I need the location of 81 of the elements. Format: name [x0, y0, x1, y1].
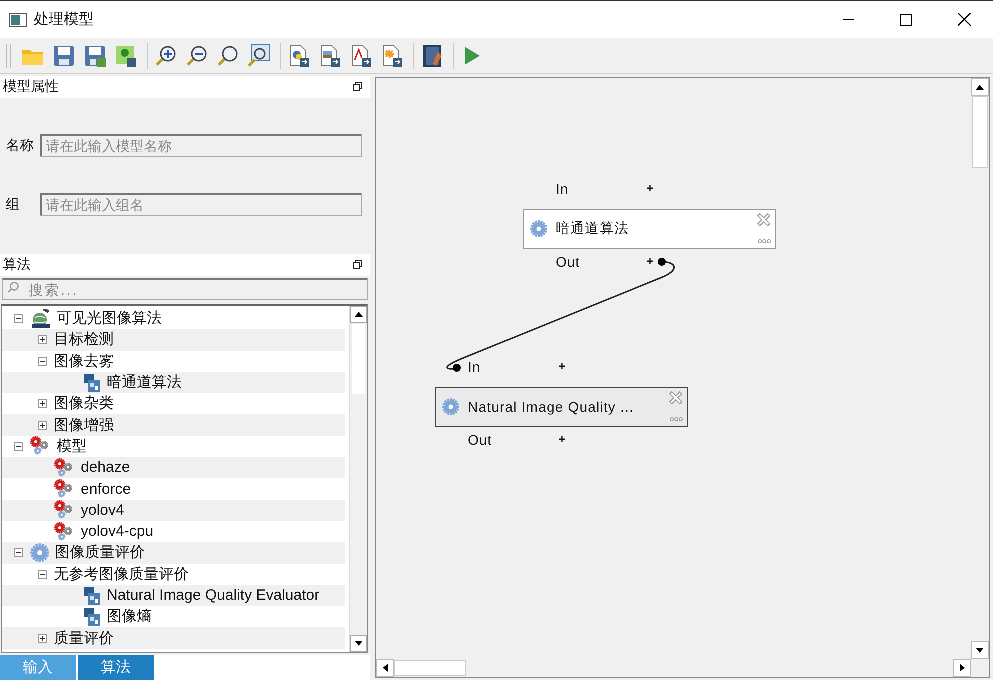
tree-item[interactable]: yolov4 [2, 500, 345, 521]
gear-icon [30, 542, 50, 563]
tree-item[interactable]: 图像质量评价 [2, 542, 345, 564]
globe-icon [30, 308, 52, 329]
add-output-button[interactable]: + [559, 434, 566, 446]
node-title: 暗通道算法 [556, 220, 629, 238]
tree-item[interactable]: 暗通道算法 [2, 372, 345, 394]
expand-icon[interactable] [38, 634, 46, 643]
tree-item[interactable]: 目标检测 [2, 329, 345, 351]
collapse-icon[interactable] [14, 442, 22, 451]
tree-item[interactable]: 图像熵 [2, 606, 345, 628]
dock-title: 算法 [3, 256, 32, 274]
port-label: Out [468, 432, 492, 448]
add-input-button[interactable]: + [647, 183, 654, 195]
collapse-icon[interactable] [38, 570, 46, 579]
algorithm-node[interactable]: 暗通道算法 [523, 209, 776, 249]
gear-icon [442, 398, 460, 416]
search-field[interactable]: 搜索... [2, 278, 368, 300]
tree-item[interactable]: dehaze [2, 457, 345, 478]
close-icon [958, 13, 970, 26]
tab[interactable]: 算法 [78, 655, 154, 680]
tree-item[interactable]: 无参考图像质量评价 [2, 564, 345, 585]
scroll-left-icon[interactable] [382, 664, 388, 672]
tree-item[interactable]: 可见光图像算法 [2, 308, 345, 330]
node-title: Natural Image Quality ... [468, 399, 634, 415]
zoom-actual-icon [216, 44, 240, 68]
search-icon [8, 282, 19, 293]
zoom-fit-icon [247, 44, 271, 68]
tool-icon [82, 606, 102, 627]
collapse-icon[interactable] [14, 314, 22, 324]
algorithm-node[interactable]: Natural Image Quality ... [435, 387, 688, 427]
text-field[interactable]: 请在此输入组名 [40, 193, 362, 216]
zoom-out-icon [185, 44, 209, 68]
field-label: 名称 [6, 136, 35, 154]
tree-item[interactable]: 图像增强 [2, 414, 345, 436]
tree-item[interactable]: 图像杂类 [2, 393, 345, 414]
collapse-icon[interactable] [14, 548, 22, 558]
expand-icon[interactable] [38, 335, 46, 344]
vertical-scrollbar[interactable] [971, 78, 989, 659]
more-icon[interactable] [758, 239, 771, 244]
expand-icon[interactable] [38, 420, 46, 430]
app-icon [9, 12, 27, 26]
port-label: In [556, 181, 569, 197]
save-as-icon [83, 44, 107, 68]
zoom-in-icon [154, 44, 178, 68]
close-icon[interactable] [669, 391, 683, 405]
text-field[interactable]: 请在此输入模型名称 [40, 134, 362, 157]
scrollbar-thumb[interactable] [972, 96, 988, 168]
scroll-right-icon[interactable] [960, 664, 964, 672]
scroll-down-icon[interactable] [354, 641, 362, 646]
save-icon [52, 44, 76, 68]
add-output-button[interactable]: + [647, 256, 654, 268]
gear-icon [530, 220, 548, 238]
tool-icon [82, 372, 102, 393]
tree-item[interactable]: yolov4-cpu [2, 520, 345, 542]
vertical-scrollbar[interactable] [349, 306, 367, 652]
tree-item[interactable]: enforce [2, 478, 345, 500]
add-input-button[interactable]: + [559, 361, 566, 373]
scrollbar-thumb[interactable] [394, 660, 466, 676]
float-icon[interactable] [353, 82, 363, 92]
field-label: 组 [6, 196, 21, 214]
tool-icon [82, 586, 102, 606]
float-icon[interactable] [353, 260, 363, 270]
scroll-up-icon[interactable] [976, 84, 984, 90]
tree-item[interactable]: Natural Image Quality Evaluator [2, 584, 345, 606]
maximize-icon [900, 14, 912, 26]
close-icon[interactable] [757, 213, 771, 227]
dock-title: 模型属性 [3, 78, 60, 96]
help-book-icon [420, 44, 444, 68]
port-label: Out [556, 254, 580, 270]
port-label: In [468, 359, 481, 375]
tree-item[interactable]: 图像去雾 [2, 350, 345, 372]
scroll-down-icon[interactable] [976, 648, 984, 652]
tree-item[interactable]: 模型 [2, 436, 345, 458]
map-export-icon [114, 44, 138, 68]
window-title: 处理模型 [34, 10, 94, 29]
tree-item[interactable]: 质量评价 [2, 627, 345, 649]
scroll-up-icon[interactable] [354, 312, 362, 317]
expand-icon[interactable] [38, 399, 46, 408]
horizontal-scrollbar[interactable] [376, 659, 971, 677]
collapse-icon[interactable] [38, 356, 46, 366]
